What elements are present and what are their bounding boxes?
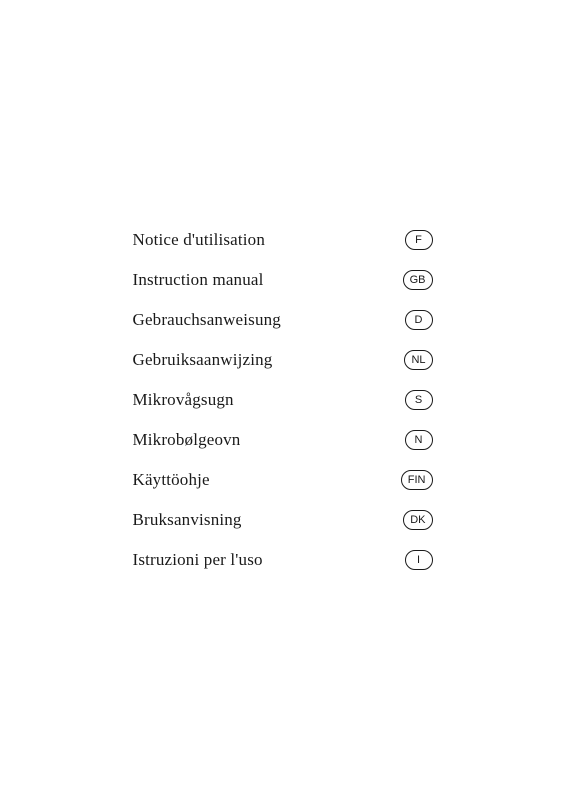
manual-title: Gebrauchsanweisung xyxy=(133,310,281,330)
lang-badge[interactable]: N xyxy=(405,430,433,450)
list-item: Käyttöohje FIN xyxy=(133,460,433,500)
manual-title: Käyttöohje xyxy=(133,470,210,490)
page-container: Notice d'utilisation F Instruction manual G… xyxy=(0,0,565,800)
list-item: Mikrobølgeovn N xyxy=(133,420,433,460)
manual-title: Notice d'utilisation xyxy=(133,230,266,250)
manual-title: Bruksanvisning xyxy=(133,510,242,530)
lang-badge[interactable]: I xyxy=(405,550,433,570)
lang-badge[interactable]: S xyxy=(405,390,433,410)
lang-badge[interactable]: F xyxy=(405,230,433,250)
manual-title: Mikrobølgeovn xyxy=(133,430,241,450)
content-area: Notice d'utilisation F Instruction manual G… xyxy=(133,200,433,600)
manual-title: Instruction manual xyxy=(133,270,264,290)
lang-badge[interactable]: FIN xyxy=(401,470,433,490)
list-item: Instruction manual GB xyxy=(133,260,433,300)
manual-title: Gebruiksaanwijzing xyxy=(133,350,273,370)
lang-badge[interactable]: DK xyxy=(403,510,432,530)
lang-badge[interactable]: D xyxy=(405,310,433,330)
list-item: Gebrauchsanweisung D xyxy=(133,300,433,340)
list-item: Bruksanvisning DK xyxy=(133,500,433,540)
lang-badge[interactable]: NL xyxy=(404,350,432,370)
list-item: Notice d'utilisation F xyxy=(133,220,433,260)
manual-title: Istruzioni per l'uso xyxy=(133,550,263,570)
list-item: Gebruiksaanwijzing NL xyxy=(133,340,433,380)
lang-badge[interactable]: GB xyxy=(403,270,433,290)
manual-title: Mikrovågsugn xyxy=(133,390,234,410)
list-item: Mikrovågsugn S xyxy=(133,380,433,420)
list-item: Istruzioni per l'uso I xyxy=(133,540,433,580)
